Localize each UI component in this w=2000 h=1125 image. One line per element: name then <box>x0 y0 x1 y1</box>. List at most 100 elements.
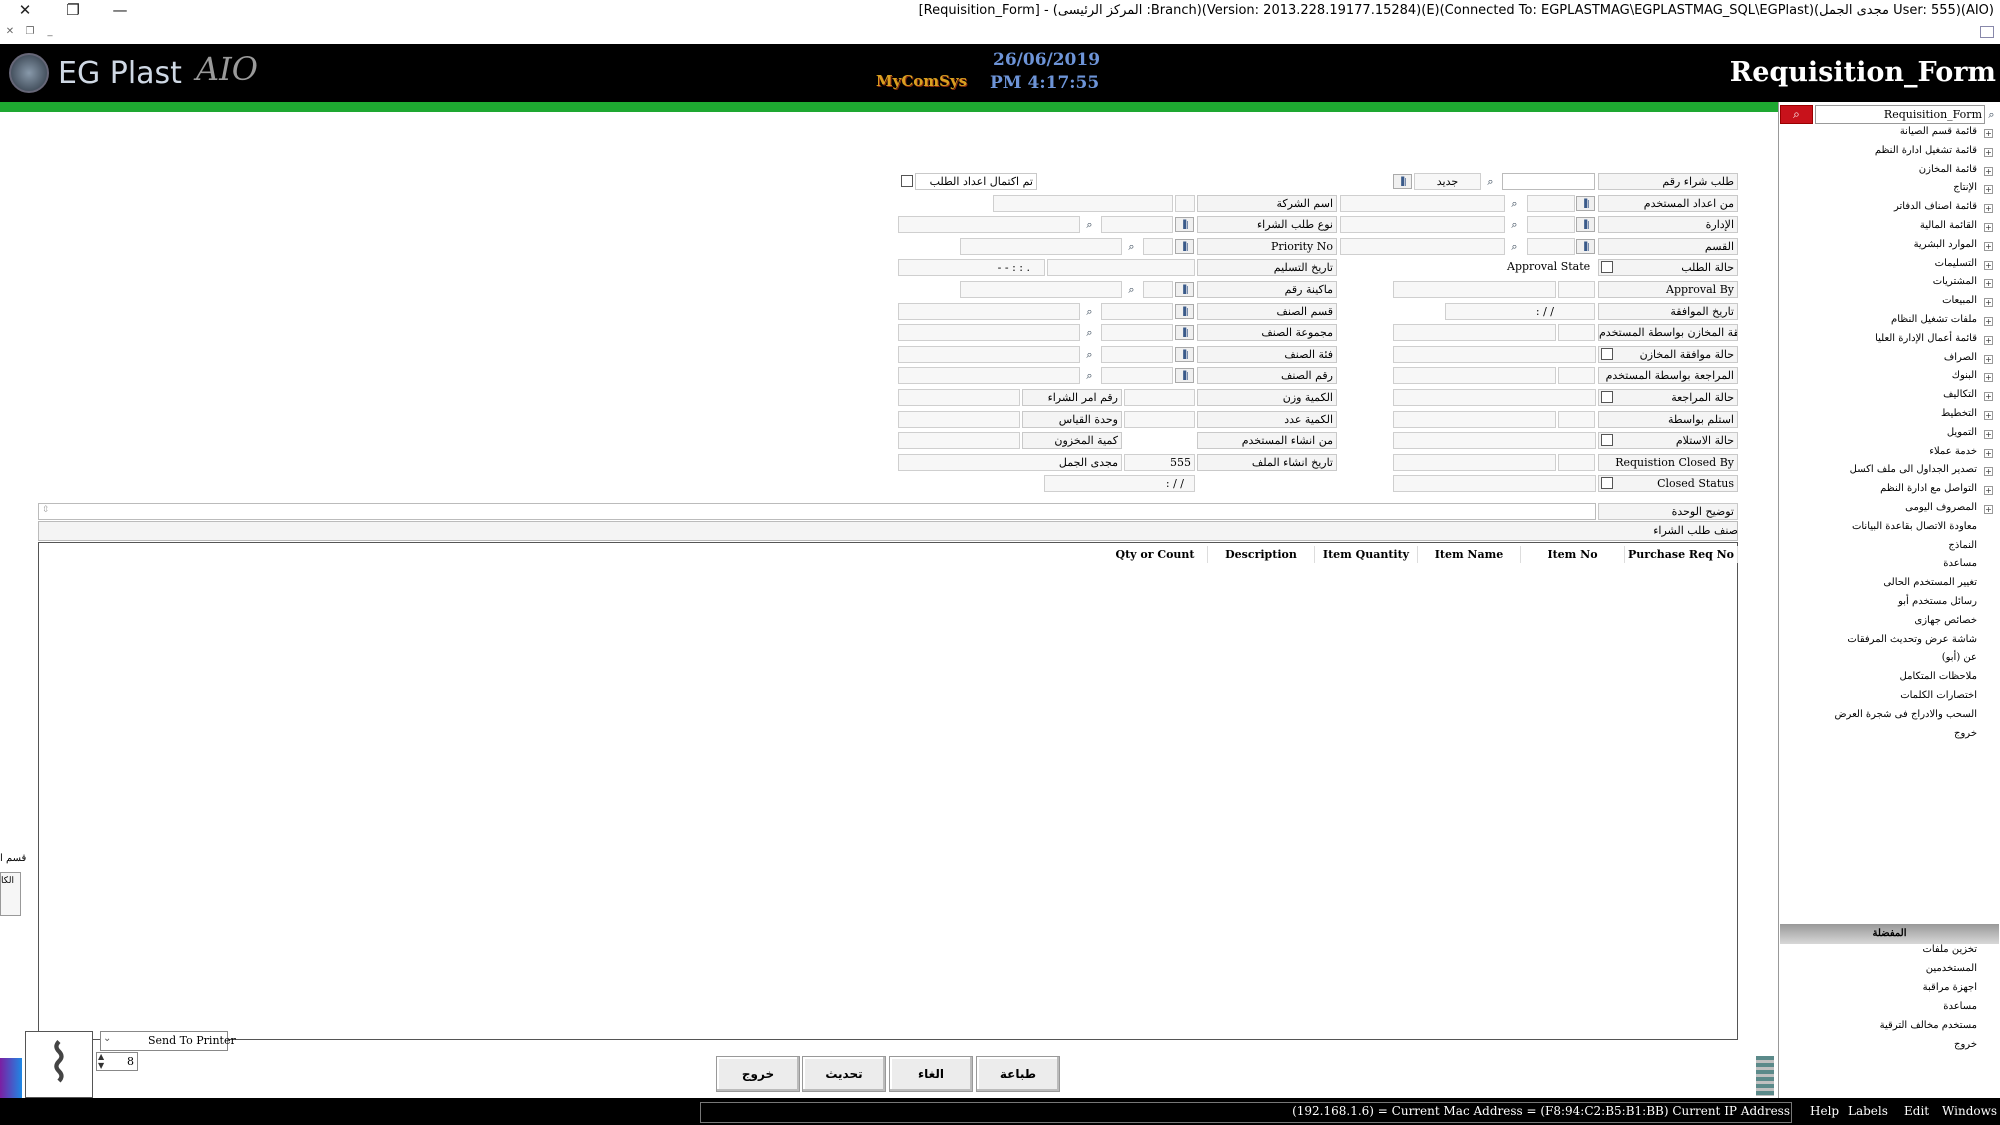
picker-icon[interactable]: ▐| <box>1175 368 1194 384</box>
favorite-item[interactable]: خروج <box>1954 1039 1977 1050</box>
requisition-no-input[interactable] <box>1502 173 1595 190</box>
expand-icon[interactable]: + <box>1984 486 1993 496</box>
tree-item[interactable]: النماذج <box>1948 540 1977 551</box>
tree-item[interactable]: الصراف <box>1944 352 1977 363</box>
tree-item[interactable]: البنوك <box>1952 370 1977 381</box>
expand-icon[interactable]: + <box>1984 223 1993 232</box>
approval-date-field[interactable]: : / / <box>1445 302 1595 320</box>
expand-icon[interactable]: + <box>1984 166 1993 176</box>
expand-icon[interactable]: + <box>1984 185 1993 195</box>
code-field[interactable] <box>1101 324 1173 342</box>
expand-icon[interactable]: + <box>1984 241 1993 251</box>
close-icon[interactable]: ✕ <box>12 0 38 22</box>
mdi-minimize-icon[interactable]: _ <box>43 26 57 40</box>
tree-item[interactable]: شاشة عرض وتحديث المرفقات <box>1847 634 1977 645</box>
unit-description-field[interactable] <box>38 503 1596 520</box>
code-field[interactable] <box>1527 194 1575 212</box>
search-icon[interactable]: ⌕ <box>1082 217 1097 232</box>
tree-item[interactable]: التمويل <box>1947 427 1977 438</box>
chevron-down-icon[interactable]: ⌄ <box>103 1033 111 1044</box>
expand-icon[interactable]: + <box>1984 260 1993 270</box>
status-checkbox[interactable] <box>1601 391 1613 403</box>
menu-help[interactable]: Help <box>1810 1104 1839 1118</box>
menu-windows[interactable]: Windows <box>1942 1104 1997 1118</box>
tree-item[interactable]: قائمة أعمال الإدارة العليا <box>1875 333 1977 344</box>
status-checkbox[interactable] <box>1601 477 1613 490</box>
expand-icon[interactable]: + <box>1984 147 1993 157</box>
grid-column-header[interactable]: Item Name <box>1418 546 1521 563</box>
grid-column-header[interactable]: Description <box>1208 546 1315 563</box>
expand-icon[interactable]: + <box>1984 505 1993 514</box>
expand-icon[interactable]: + <box>1984 411 1993 420</box>
tree-item[interactable]: المشتريات <box>1933 276 1977 287</box>
tree-item[interactable]: تصدير الجداول الى ملف اكسل <box>1850 464 1977 475</box>
code-field[interactable] <box>1101 302 1173 320</box>
picker-icon[interactable]: ▐| <box>1175 217 1194 233</box>
new-button[interactable]: جديد <box>1414 173 1481 190</box>
tree-item[interactable]: خدمة عملاء <box>1929 446 1977 457</box>
search-icon[interactable]: ⌕ <box>1082 368 1097 383</box>
tree-item[interactable]: تغيير المستخدم الحالى <box>1883 577 1977 588</box>
restore-icon[interactable]: ❐ <box>60 0 86 22</box>
code-field[interactable] <box>1101 367 1173 385</box>
tree-item[interactable]: التواصل مع ادارة النظم <box>1880 483 1977 494</box>
status-checkbox[interactable] <box>1601 347 1613 360</box>
code-field[interactable] <box>1143 237 1173 255</box>
search-go-icon[interactable]: ⌕ <box>1984 105 1999 124</box>
search-icon[interactable]: ⌕ <box>1780 105 1813 124</box>
tree-item[interactable]: التسليمات <box>1935 258 1977 269</box>
expand-icon[interactable]: + <box>1984 298 1993 308</box>
window-menu-icon[interactable] <box>1980 26 1994 38</box>
picker-icon[interactable]: ▐| <box>1393 174 1412 189</box>
tree-item[interactable]: ملاحظات المتكامل <box>1900 671 1977 682</box>
search-icon[interactable]: ⌕ <box>1483 174 1498 189</box>
expand-icon[interactable]: + <box>1984 448 1993 458</box>
tree-item[interactable]: مساعدة <box>1943 558 1977 569</box>
update-button[interactable]: تحديث <box>802 1056 886 1092</box>
tree-item[interactable]: المبيعات <box>1942 295 1977 306</box>
expand-icon[interactable]: + <box>1984 317 1993 326</box>
paperclip-icon[interactable]: ⌇ <box>25 1031 93 1098</box>
tree-item[interactable]: القائمة المالية <box>1920 220 1977 231</box>
minimize-icon[interactable]: — <box>107 0 133 22</box>
cancel-button[interactable]: الغاء <box>889 1056 973 1092</box>
picker-icon[interactable]: ▐| <box>1175 346 1194 362</box>
side-widget[interactable] <box>0 1058 22 1098</box>
expand-icon[interactable]: + <box>1984 429 1993 439</box>
tree-item[interactable]: السحب والادراج فى شجرة العرض <box>1834 709 1977 720</box>
picker-icon[interactable]: ▐| <box>1175 303 1194 319</box>
picker-icon[interactable]: ▐| <box>1175 325 1194 341</box>
search-icon[interactable]: ⌕ <box>1507 217 1522 232</box>
picker-icon[interactable]: ▐| <box>1576 238 1595 254</box>
tree-item[interactable]: رسائل مستخدم أبو <box>1898 596 1977 607</box>
tree-item[interactable]: خصائص جهازى <box>1914 615 1977 626</box>
code-field[interactable] <box>1527 216 1575 234</box>
request-status-checkbox[interactable] <box>1601 261 1613 274</box>
tree-item[interactable]: قائمة قسم الصيانة <box>1900 126 1977 137</box>
grid-column-header[interactable]: Purchase Req No <box>1625 546 1738 563</box>
tree-item[interactable]: خروج <box>1954 728 1977 739</box>
tree-item[interactable]: قائمة تشغيل ادارة النظم <box>1875 145 1977 156</box>
tree-item[interactable]: قائمة المخازن <box>1919 164 1977 175</box>
code-field[interactable] <box>1101 345 1173 363</box>
picker-icon[interactable]: ▐| <box>1175 238 1194 254</box>
tree-item[interactable]: المصروف اليومى <box>1905 502 1977 513</box>
favorite-item[interactable]: تخزين ملفات <box>1922 944 1977 955</box>
code-field[interactable] <box>1101 216 1173 234</box>
menu-edit[interactable]: Edit <box>1904 1104 1929 1118</box>
expand-icon[interactable]: + <box>1984 392 1993 402</box>
count-qty-field[interactable] <box>1124 410 1195 428</box>
nav-search-input[interactable] <box>1815 105 1985 124</box>
tree-item[interactable]: التخطيط <box>1941 408 1977 419</box>
tree-item[interactable]: اختصارات الكلمات <box>1900 690 1977 701</box>
search-icon[interactable]: ⌕ <box>1082 304 1097 319</box>
stepper-arrows-icon[interactable]: ▲ ▼ <box>98 1052 104 1070</box>
expand-icon[interactable]: + <box>1984 373 1993 383</box>
search-icon[interactable]: ⌕ <box>1082 347 1097 362</box>
expand-icon[interactable]: + <box>1984 335 1993 345</box>
search-icon[interactable]: ⌕ <box>1507 196 1522 211</box>
delivery-date-field[interactable] <box>1047 259 1195 277</box>
books-icon[interactable] <box>1756 1056 1774 1096</box>
search-icon[interactable]: ⌕ <box>1507 239 1522 254</box>
status-checkbox[interactable] <box>1601 434 1613 447</box>
